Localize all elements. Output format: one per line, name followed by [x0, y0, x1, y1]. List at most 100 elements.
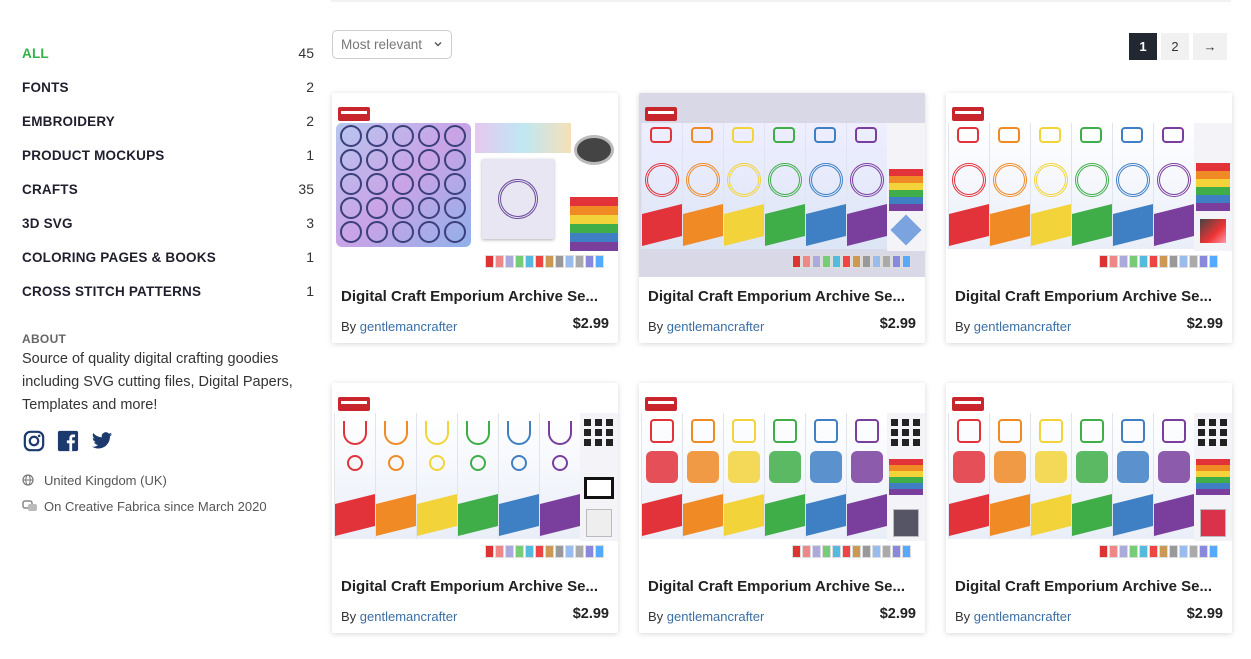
brand-badge [645, 107, 677, 121]
author-link[interactable]: gentlemancrafter [360, 609, 458, 624]
category-all[interactable]: ALL 45 [22, 36, 314, 70]
knot-motif [1121, 419, 1145, 443]
paper-sheet [1154, 204, 1194, 246]
swatch [1159, 545, 1168, 558]
author-link[interactable]: gentlemancrafter [974, 319, 1072, 334]
product-thumbnail[interactable] [332, 383, 618, 567]
product-title[interactable]: Digital Craft Emporium Archive Se... [648, 288, 918, 305]
swatch-strip [792, 545, 911, 558]
knot-motif [1080, 419, 1104, 443]
product-thumbnail[interactable] [946, 383, 1232, 567]
location-text: United Kingdom (UK) [44, 472, 167, 488]
swatch [822, 545, 831, 558]
paper-stack [1196, 163, 1230, 171]
mandala-motif [686, 163, 720, 197]
paper-stack [570, 224, 618, 233]
wreath-motif [425, 421, 449, 445]
product-price: $2.99 [879, 606, 916, 622]
product-author: By gentlemancrafter [341, 609, 457, 624]
product-title[interactable]: Digital Craft Emporium Archive Se... [955, 578, 1225, 595]
letter-circle [340, 197, 362, 219]
author-link[interactable]: gentlemancrafter [360, 319, 458, 334]
swatch-strip [1099, 545, 1218, 558]
swatch [1169, 545, 1178, 558]
letter-circle [444, 125, 466, 147]
flourish-motif [470, 455, 486, 471]
category-label: 3D SVG [22, 215, 73, 231]
category-product-mockups[interactable]: PRODUCT MOCKUPS 1 [22, 138, 314, 172]
frame-motif [687, 451, 719, 483]
category-coloring-pages[interactable]: COLORING PAGES & BOOKS 1 [22, 240, 314, 274]
product-thumbnail[interactable] [946, 93, 1232, 277]
category-label: ALL [22, 45, 49, 61]
product-card[interactable]: Digital Craft Emporium Archive Se... By … [946, 93, 1232, 343]
category-3d-svg[interactable]: 3D SVG 3 [22, 206, 314, 240]
frame-motif [851, 451, 883, 483]
border-motif [1080, 127, 1102, 143]
paper-stack [1196, 195, 1230, 203]
category-fonts[interactable]: FONTS 2 [22, 70, 314, 104]
grid-dot [891, 429, 898, 436]
swatch [1139, 545, 1148, 558]
product-title[interactable]: Digital Craft Emporium Archive Se... [341, 288, 611, 305]
product-title[interactable]: Digital Craft Emporium Archive Se... [341, 578, 611, 595]
category-count: 35 [298, 181, 314, 197]
sort-select[interactable]: Most relevant [332, 30, 452, 59]
product-card[interactable]: Digital Craft Emporium Archive Se... By … [946, 383, 1232, 633]
page-2-button[interactable]: 2 [1161, 33, 1189, 60]
box-shape [586, 509, 612, 537]
swatch [872, 545, 881, 558]
product-thumbnail[interactable] [639, 383, 925, 567]
swatch [862, 545, 871, 558]
paper-sheet [990, 204, 1030, 246]
category-cross-stitch[interactable]: CROSS STITCH PATTERNS 1 [22, 274, 314, 308]
product-thumbnail[interactable] [332, 93, 618, 277]
color-panel [989, 413, 1030, 539]
swatch [822, 255, 831, 268]
paper-sheet [499, 494, 539, 536]
product-card[interactable]: Digital Craft Emporium Archive Se... By … [332, 383, 618, 633]
since-text: On Creative Fabrica since March 2020 [44, 498, 267, 514]
swatch [585, 545, 594, 558]
product-thumbnail[interactable] [639, 93, 925, 277]
swatch [892, 545, 901, 558]
knot-motif [732, 419, 756, 443]
swatch [1129, 255, 1138, 268]
author-link[interactable]: gentlemancrafter [974, 609, 1072, 624]
paper-sheet [1072, 494, 1112, 536]
facebook-icon[interactable] [56, 429, 80, 453]
product-card[interactable]: Digital Craft Emporium Archive Se... By … [332, 93, 618, 343]
paper-sheet [1031, 204, 1071, 246]
product-title[interactable]: Digital Craft Emporium Archive Se... [955, 288, 1225, 305]
swatch [495, 545, 504, 558]
product-card[interactable]: Digital Craft Emporium Archive Se... By … [639, 93, 925, 343]
swatch [595, 545, 604, 558]
instagram-icon[interactable] [22, 429, 46, 453]
flourish-motif [347, 455, 363, 471]
paper-sheet [765, 204, 805, 246]
border-motif [1162, 127, 1184, 143]
product-card[interactable]: Digital Craft Emporium Archive Se... By … [639, 383, 925, 633]
wreath-motif [548, 421, 572, 445]
author-link[interactable]: gentlemancrafter [667, 609, 765, 624]
mandala-motif [850, 163, 884, 197]
paper-stack [570, 233, 618, 242]
color-panel [641, 123, 682, 249]
paper-sheet [683, 494, 723, 536]
product-price: $2.99 [572, 606, 609, 622]
category-crafts[interactable]: CRAFTS 35 [22, 172, 314, 206]
mandala-motif [1116, 163, 1150, 197]
author-link[interactable]: gentlemancrafter [667, 319, 765, 334]
swatch [892, 255, 901, 268]
page-1-button[interactable]: 1 [1129, 33, 1157, 60]
frame-motif [769, 451, 801, 483]
product-title[interactable]: Digital Craft Emporium Archive Se... [648, 578, 918, 595]
category-embroidery[interactable]: EMBROIDERY 2 [22, 104, 314, 138]
next-page-button[interactable]: → [1193, 33, 1227, 60]
side-preview [1194, 413, 1232, 541]
swatch [1139, 255, 1148, 268]
swatch [585, 255, 594, 268]
twitter-icon[interactable] [90, 429, 114, 453]
mandala-motif [993, 163, 1027, 197]
swatch [1149, 255, 1158, 268]
